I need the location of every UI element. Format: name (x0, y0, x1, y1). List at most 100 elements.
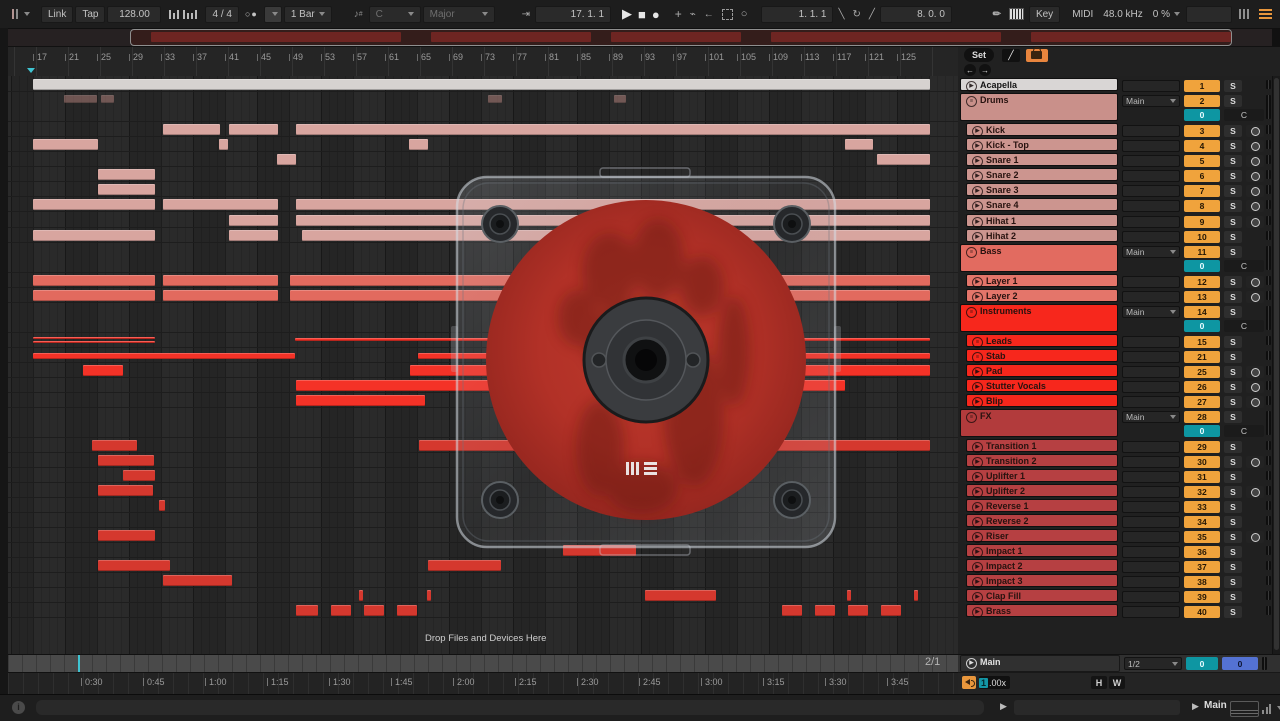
draw-automation-icon[interactable]: ╱ (1002, 49, 1020, 62)
track-play-icon[interactable]: ▶ (972, 201, 983, 212)
track-name-impact-3[interactable]: ▶Impact 3 (966, 574, 1118, 587)
track-activator-2[interactable]: 2 (1184, 95, 1220, 107)
track-header-pad[interactable]: ▶Pad25S (958, 364, 1272, 377)
track-activator-38[interactable]: 38 (1184, 576, 1220, 588)
arm-button[interactable] (1246, 531, 1264, 543)
track-play-icon[interactable]: ▶ (972, 292, 983, 303)
solo-button[interactable]: S (1224, 486, 1242, 498)
clip-clap-fill[interactable] (427, 590, 431, 601)
clip-snare-4[interactable] (163, 199, 278, 210)
track-header-hihat-2[interactable]: ▶Hihat 210S (958, 229, 1272, 242)
track-name-reverse-1[interactable]: ▶Reverse 1 (966, 499, 1118, 512)
track-name-clap-fill[interactable]: ▶Clap Fill (966, 589, 1118, 602)
main-send-value[interactable]: 0 (1186, 657, 1218, 670)
metronome-menu-button[interactable] (264, 6, 282, 23)
group-send-value[interactable]: 0 (1184, 260, 1220, 272)
track-name-uplifter-2[interactable]: ▶Uplifter 2 (966, 484, 1118, 497)
track-name-layer-1[interactable]: ▶Layer 1 (966, 274, 1118, 287)
clip-pad[interactable] (83, 365, 123, 376)
track-play-icon[interactable]: ▶ (972, 232, 983, 243)
track-activator-34[interactable]: 34 (1184, 516, 1220, 528)
loop-length-field[interactable]: 8. 0. 0 (880, 6, 952, 23)
solo-button[interactable]: S (1224, 185, 1242, 197)
track-activator-29[interactable]: 29 (1184, 441, 1220, 453)
count-in-icon[interactable]: ○● (240, 7, 263, 22)
track-play-icon[interactable]: ▶ (972, 277, 983, 288)
clip-brass[interactable] (782, 605, 802, 616)
clip-hihat-2[interactable] (33, 230, 155, 241)
track-name-uplifter-1[interactable]: ▶Uplifter 1 (966, 469, 1118, 482)
track-activator-14[interactable]: 14 (1184, 306, 1220, 318)
play-button[interactable]: ▶ (622, 6, 632, 22)
mini-arrangement-icon[interactable] (1230, 701, 1259, 717)
time-signature-field[interactable]: 4 / 4 (205, 6, 238, 23)
track-name-drums[interactable]: ≡Drums (960, 93, 1118, 121)
clip-leads[interactable] (33, 341, 155, 343)
stop-button[interactable]: ■ (638, 7, 646, 22)
solo-button[interactable]: S (1224, 276, 1242, 288)
solo-button[interactable]: S (1224, 471, 1242, 483)
clip-snare-3[interactable] (98, 184, 155, 195)
clip-brass[interactable] (296, 605, 318, 616)
track-header-bass[interactable]: ≡BassMain11S0C (958, 244, 1272, 272)
track-play-icon[interactable]: ▶ (972, 562, 983, 573)
solo-button[interactable]: S (1224, 546, 1242, 558)
track-play-icon[interactable]: ▶ (972, 592, 983, 603)
track-name-impact-2[interactable]: ▶Impact 2 (966, 559, 1118, 572)
track-name-hihat-2[interactable]: ▶Hihat 2 (966, 229, 1118, 242)
key-scale-menu[interactable]: Major (423, 6, 495, 23)
speaker-icon[interactable] (962, 676, 976, 689)
track-play-icon[interactable]: ▶ (972, 577, 983, 588)
solo-button[interactable]: S (1224, 336, 1242, 348)
track-activator-31[interactable]: 31 (1184, 471, 1220, 483)
group-unfold-icon[interactable]: ≡ (966, 247, 977, 258)
clip-layer-1[interactable] (163, 275, 278, 286)
track-header-clap-fill[interactable]: ▶Clap Fill39S (958, 589, 1272, 602)
solo-button[interactable]: S (1224, 291, 1242, 303)
link-button[interactable]: Link (41, 6, 73, 23)
next-locator-button[interactable]: → (979, 64, 991, 76)
crossfade-assign-button[interactable]: C (1224, 320, 1264, 332)
track-header-kick[interactable]: ▶Kick3S (958, 123, 1272, 136)
group-unfold-icon[interactable]: ≡ (966, 307, 977, 318)
re-enable-automation-icon[interactable] (722, 9, 733, 20)
arm-button[interactable] (1246, 276, 1264, 288)
group-send-value[interactable]: 0 (1184, 109, 1220, 121)
track-route-menu[interactable]: Main (1122, 246, 1180, 258)
arm-button[interactable] (1246, 185, 1264, 197)
track-play-icon[interactable]: ▶ (972, 397, 983, 408)
clip-snare-4[interactable] (33, 199, 155, 210)
clip-acapella[interactable] (33, 79, 930, 90)
arm-button[interactable] (1246, 381, 1264, 393)
track-header-acapella[interactable]: ▶Acapella1S (958, 78, 1272, 91)
clip-brass[interactable] (397, 605, 417, 616)
clip-clap-fill[interactable] (359, 590, 363, 601)
track-activator-36[interactable]: 36 (1184, 546, 1220, 558)
solo-button[interactable]: S (1224, 576, 1242, 588)
track-header-reverse-2[interactable]: ▶Reverse 234S (958, 514, 1272, 527)
track-route-menu[interactable]: Main (1122, 95, 1180, 107)
track-name-reverse-2[interactable]: ▶Reverse 2 (966, 514, 1118, 527)
track-play-icon[interactable]: ▶ (972, 382, 983, 393)
clip-leads[interactable] (33, 337, 155, 339)
cpu-load-menu[interactable]: 0 % (1148, 7, 1185, 22)
tempo-field[interactable]: 128.00 (107, 6, 161, 23)
arm-button[interactable] (1246, 200, 1264, 212)
clip-hihat-1[interactable] (229, 215, 278, 226)
track-play-icon[interactable]: ▶ (972, 607, 983, 618)
solo-button[interactable]: S (1224, 396, 1242, 408)
track-name-transition-1[interactable]: ▶Transition 1 (966, 439, 1118, 452)
track-header-hihat-1[interactable]: ▶Hihat 19S (958, 214, 1272, 227)
track-play-icon[interactable]: ▶ (972, 517, 983, 528)
clip-kick[interactable] (229, 124, 278, 135)
new-icon[interactable]: + (675, 7, 682, 21)
quantize-menu[interactable]: 1 Bar (284, 6, 332, 23)
main-track-header[interactable]: ▶ Main (960, 655, 1120, 672)
solo-button[interactable]: S (1224, 125, 1242, 137)
info-icon[interactable]: i (12, 701, 25, 714)
arm-button[interactable] (1246, 456, 1264, 468)
arm-button[interactable] (1246, 291, 1264, 303)
track-header-snare-2[interactable]: ▶Snare 26S (958, 168, 1272, 181)
group-send-value[interactable]: 0 (1184, 320, 1220, 332)
clip-layer-2[interactable] (163, 290, 278, 301)
